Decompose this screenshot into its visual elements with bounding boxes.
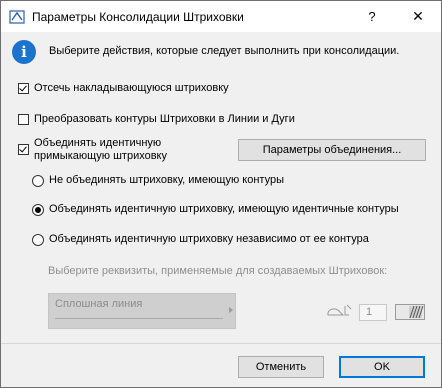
title-bar[interactable]: Параметры Консолидации Штриховки ? ✕	[1, 1, 441, 32]
info-message: Выберите действия, которые следует выпол…	[49, 45, 400, 57]
archicad-app-icon	[9, 10, 25, 24]
info-icon: i	[12, 40, 36, 64]
chevron-right-icon	[229, 307, 233, 313]
radio-merge-identical-contours-label[interactable]: Объединять идентичную штриховку, имеющую…	[49, 203, 399, 215]
radio-merge-regardless-contour[interactable]	[32, 234, 44, 246]
radio-merge-identical-contours[interactable]	[32, 204, 44, 216]
pen-icon	[327, 304, 352, 316]
line-type-preview	[55, 318, 223, 319]
merge-adjacent-label-line1[interactable]: Объединять идентичную	[34, 137, 161, 149]
radio-no-merge-contours-label[interactable]: Не объединять штриховку, имеющую контуры	[49, 174, 284, 186]
convert-contours-checkbox[interactable]	[18, 114, 29, 125]
line-type-value: Сплошная линия	[55, 298, 143, 310]
cancel-button[interactable]: Отменить	[238, 356, 324, 378]
help-icon: ?	[368, 9, 376, 24]
fill-pattern-swatch[interactable]	[395, 304, 425, 320]
radio-no-merge-contours[interactable]	[32, 175, 44, 187]
ok-button[interactable]: OK	[339, 356, 425, 378]
cut-overlapping-label[interactable]: Отсечь накладывающуюся штриховку	[34, 82, 229, 94]
cut-overlapping-checkbox[interactable]	[18, 83, 29, 94]
attributes-prompt: Выберите реквизиты, применяемые для созд…	[48, 265, 388, 277]
window-title: Параметры Консолидации Штриховки	[32, 10, 244, 24]
convert-contours-label[interactable]: Преобразовать контуры Штриховки в Линии …	[34, 113, 295, 125]
close-icon: ✕	[412, 8, 424, 24]
merge-parameters-button[interactable]: Параметры объединения...	[238, 139, 426, 161]
hatch-pattern-icon	[409, 305, 424, 319]
footer-separator	[1, 343, 441, 344]
close-button[interactable]: ✕	[395, 1, 441, 32]
merge-adjacent-checkbox[interactable]	[18, 144, 29, 155]
line-type-dropdown[interactable]: Сплошная линия	[48, 293, 236, 329]
radio-merge-regardless-contour-label[interactable]: Объединять идентичную штриховку независи…	[49, 233, 369, 245]
consolidation-dialog: Параметры Консолидации Штриховки ? ✕ i В…	[0, 0, 442, 388]
pen-number-field[interactable]: 1	[359, 304, 387, 321]
help-button[interactable]: ?	[349, 1, 395, 32]
merge-adjacent-label-line2[interactable]: примыкающую штриховку	[34, 150, 167, 162]
